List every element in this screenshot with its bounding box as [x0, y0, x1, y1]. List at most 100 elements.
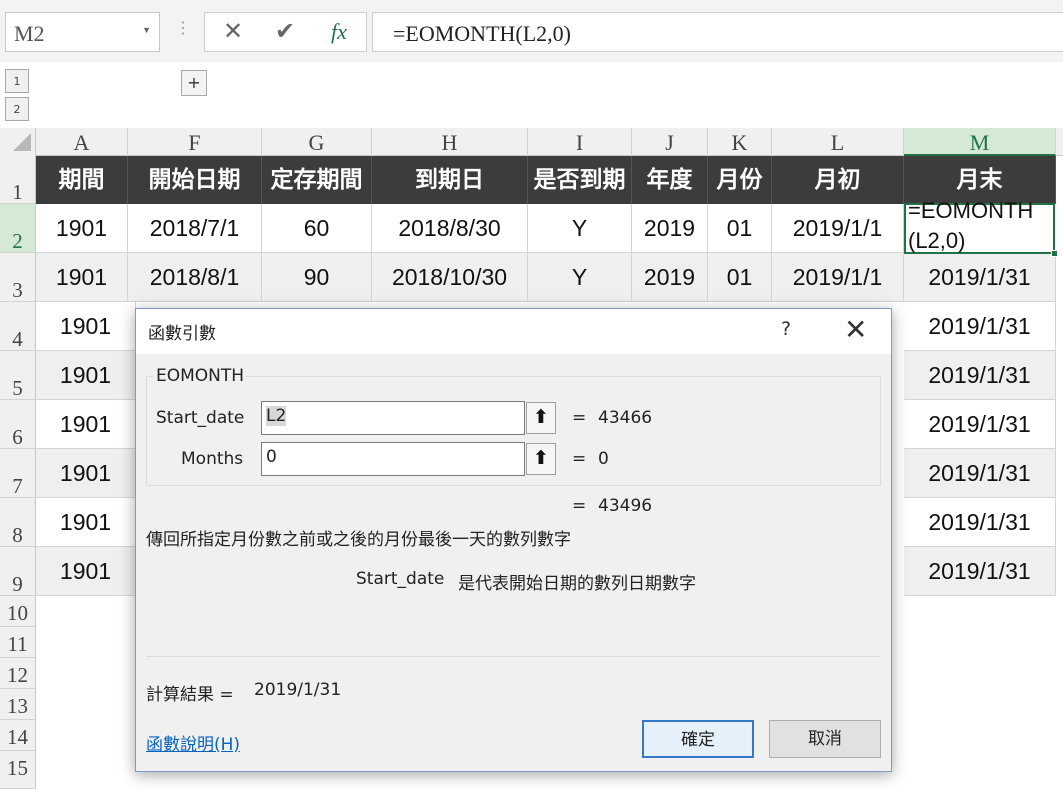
argument-description: 是代表開始日期的數列日期數字	[458, 574, 696, 594]
header-cell-maturity-date[interactable]: 到期日	[372, 156, 528, 204]
table-cell[interactable]: 1901	[36, 204, 128, 253]
header-cell-month[interactable]: 月份	[708, 156, 772, 204]
active-cell-text[interactable]: =EOMONTH (L2,0)	[908, 196, 1058, 254]
table-cell[interactable]: 1901	[36, 498, 136, 547]
table-cell[interactable]: 2019	[632, 253, 708, 302]
row-header-10[interactable]: 10	[0, 596, 36, 627]
name-box[interactable]: M2 ▼	[5, 12, 160, 52]
months-label: Months	[181, 449, 244, 469]
table-cell[interactable]: 60	[262, 204, 372, 253]
table-cell[interactable]: 01	[708, 253, 772, 302]
table-cell[interactable]: 1901	[36, 400, 136, 449]
name-box-value: M2	[14, 21, 45, 46]
header-cell-period[interactable]: 期間	[36, 156, 128, 204]
table-cell[interactable]: 2018/8/30	[372, 204, 528, 253]
collapse-dialog-icon[interactable]: ⬆	[526, 443, 556, 475]
table-cell[interactable]: 2019/1/31	[904, 253, 1056, 302]
table-cell[interactable]: 2019/1/31	[904, 547, 1056, 596]
table-cell[interactable]: Y	[528, 253, 632, 302]
table-cell[interactable]: 01	[708, 204, 772, 253]
row-header-6[interactable]: 6	[0, 400, 36, 449]
cancel-button[interactable]: 取消	[769, 720, 881, 758]
column-header-f[interactable]: F	[128, 128, 262, 156]
table-cell[interactable]: 1901	[36, 547, 136, 596]
function-description: 傳回所指定月份數之前或之後的月份最後一天的數列數字	[146, 530, 571, 550]
row-header-8[interactable]: 8	[0, 498, 36, 547]
table-cell[interactable]: 2018/10/30	[372, 253, 528, 302]
column-header-a[interactable]: A	[36, 128, 128, 156]
row-header-9[interactable]: 9	[0, 547, 36, 596]
header-cell-matured[interactable]: 是否到期	[528, 156, 632, 204]
table-cell[interactable]: 2019/1/31	[904, 498, 1056, 547]
active-cell-line-2: (L2,0)	[908, 228, 966, 253]
formula-result-label: 計算結果 =	[146, 685, 234, 705]
formula-input[interactable]: =EOMONTH(L2,0)	[372, 12, 1063, 52]
row-header-12[interactable]: 12	[0, 658, 36, 689]
table-cell[interactable]: Y	[528, 204, 632, 253]
row-header-3[interactable]: 3	[0, 253, 36, 302]
table-cell[interactable]: 90	[262, 253, 372, 302]
column-header-m[interactable]: M	[904, 128, 1056, 156]
insert-function-icon[interactable]: fx	[331, 19, 347, 45]
expand-group-button[interactable]: +	[181, 70, 207, 96]
start-date-input[interactable]: L2	[261, 401, 525, 435]
column-header-k[interactable]: K	[708, 128, 772, 156]
outline-level-1-button[interactable]: 1	[5, 69, 29, 93]
table-cell[interactable]: 2019/1/31	[904, 400, 1056, 449]
column-header-i[interactable]: I	[528, 128, 632, 156]
function-result-equals: =	[572, 496, 587, 516]
cancel-icon[interactable]: ✕	[223, 17, 243, 45]
table-cell[interactable]: 1901	[36, 253, 128, 302]
table-cell[interactable]: 2019/1/31	[904, 449, 1056, 498]
close-icon[interactable]: ✕	[844, 313, 867, 347]
enter-icon[interactable]: ✔	[275, 17, 295, 45]
table-cell[interactable]: 2019/1/31	[904, 351, 1056, 400]
row-header-13[interactable]: 13	[0, 689, 36, 720]
collapse-dialog-icon[interactable]: ⬆	[526, 402, 556, 434]
header-cell-start-date[interactable]: 開始日期	[128, 156, 262, 204]
table-cell[interactable]: 1901	[36, 351, 136, 400]
header-cell-year[interactable]: 年度	[632, 156, 708, 204]
table-cell[interactable]: 2019/1/1	[772, 204, 904, 253]
header-cell-deposit-term[interactable]: 定存期間	[262, 156, 372, 204]
months-equals: =	[572, 449, 587, 469]
divider	[146, 656, 881, 657]
function-result: 43496	[598, 496, 653, 516]
row-header-7[interactable]: 7	[0, 449, 36, 498]
row-header-14[interactable]: 14	[0, 720, 36, 751]
row-header-15[interactable]: 15	[0, 751, 36, 789]
column-header-g[interactable]: G	[262, 128, 372, 156]
chevron-down-icon[interactable]: ▼	[142, 25, 151, 35]
help-icon[interactable]: ?	[781, 318, 791, 340]
column-header-l[interactable]: L	[772, 128, 904, 156]
start-date-label: Start_date	[156, 408, 245, 428]
formula-result-value: 2019/1/31	[254, 680, 342, 700]
column-header-h[interactable]: H	[372, 128, 528, 156]
grip-icon[interactable]: ⋮	[175, 18, 191, 37]
row-header-2[interactable]: 2	[0, 204, 36, 253]
row-header-1[interactable]: 1	[0, 156, 36, 204]
select-all-triangle-icon	[13, 133, 31, 151]
table-cell[interactable]: 2019/1/31	[904, 302, 1056, 351]
table-cell[interactable]: 2018/7/1	[128, 204, 262, 253]
months-input[interactable]: 0	[261, 442, 525, 476]
column-header-j[interactable]: J	[632, 128, 708, 156]
table-cell[interactable]: 1901	[36, 449, 136, 498]
function-help-link[interactable]: 函數說明(H)	[146, 730, 240, 755]
header-cell-month-start[interactable]: 月初	[772, 156, 904, 204]
dialog-titlebar[interactable]	[136, 309, 891, 354]
dialog-title: 函數引數	[148, 324, 216, 344]
ok-button[interactable]: 確定	[642, 720, 754, 758]
start-date-result: 43466	[598, 408, 653, 428]
argument-description-name: Start_date	[356, 569, 445, 589]
table-cell[interactable]: 2019/1/1	[772, 253, 904, 302]
table-cell[interactable]: 2018/8/1	[128, 253, 262, 302]
table-cell[interactable]: 1901	[36, 302, 136, 351]
row-header-11[interactable]: 11	[0, 627, 36, 658]
outline-level-2-button[interactable]: 2	[5, 97, 29, 121]
row-header-5[interactable]: 5	[0, 351, 36, 400]
fill-handle[interactable]	[1051, 250, 1058, 257]
start-date-value: L2	[266, 406, 287, 426]
row-header-4[interactable]: 4	[0, 302, 36, 351]
table-cell[interactable]: 2019	[632, 204, 708, 253]
